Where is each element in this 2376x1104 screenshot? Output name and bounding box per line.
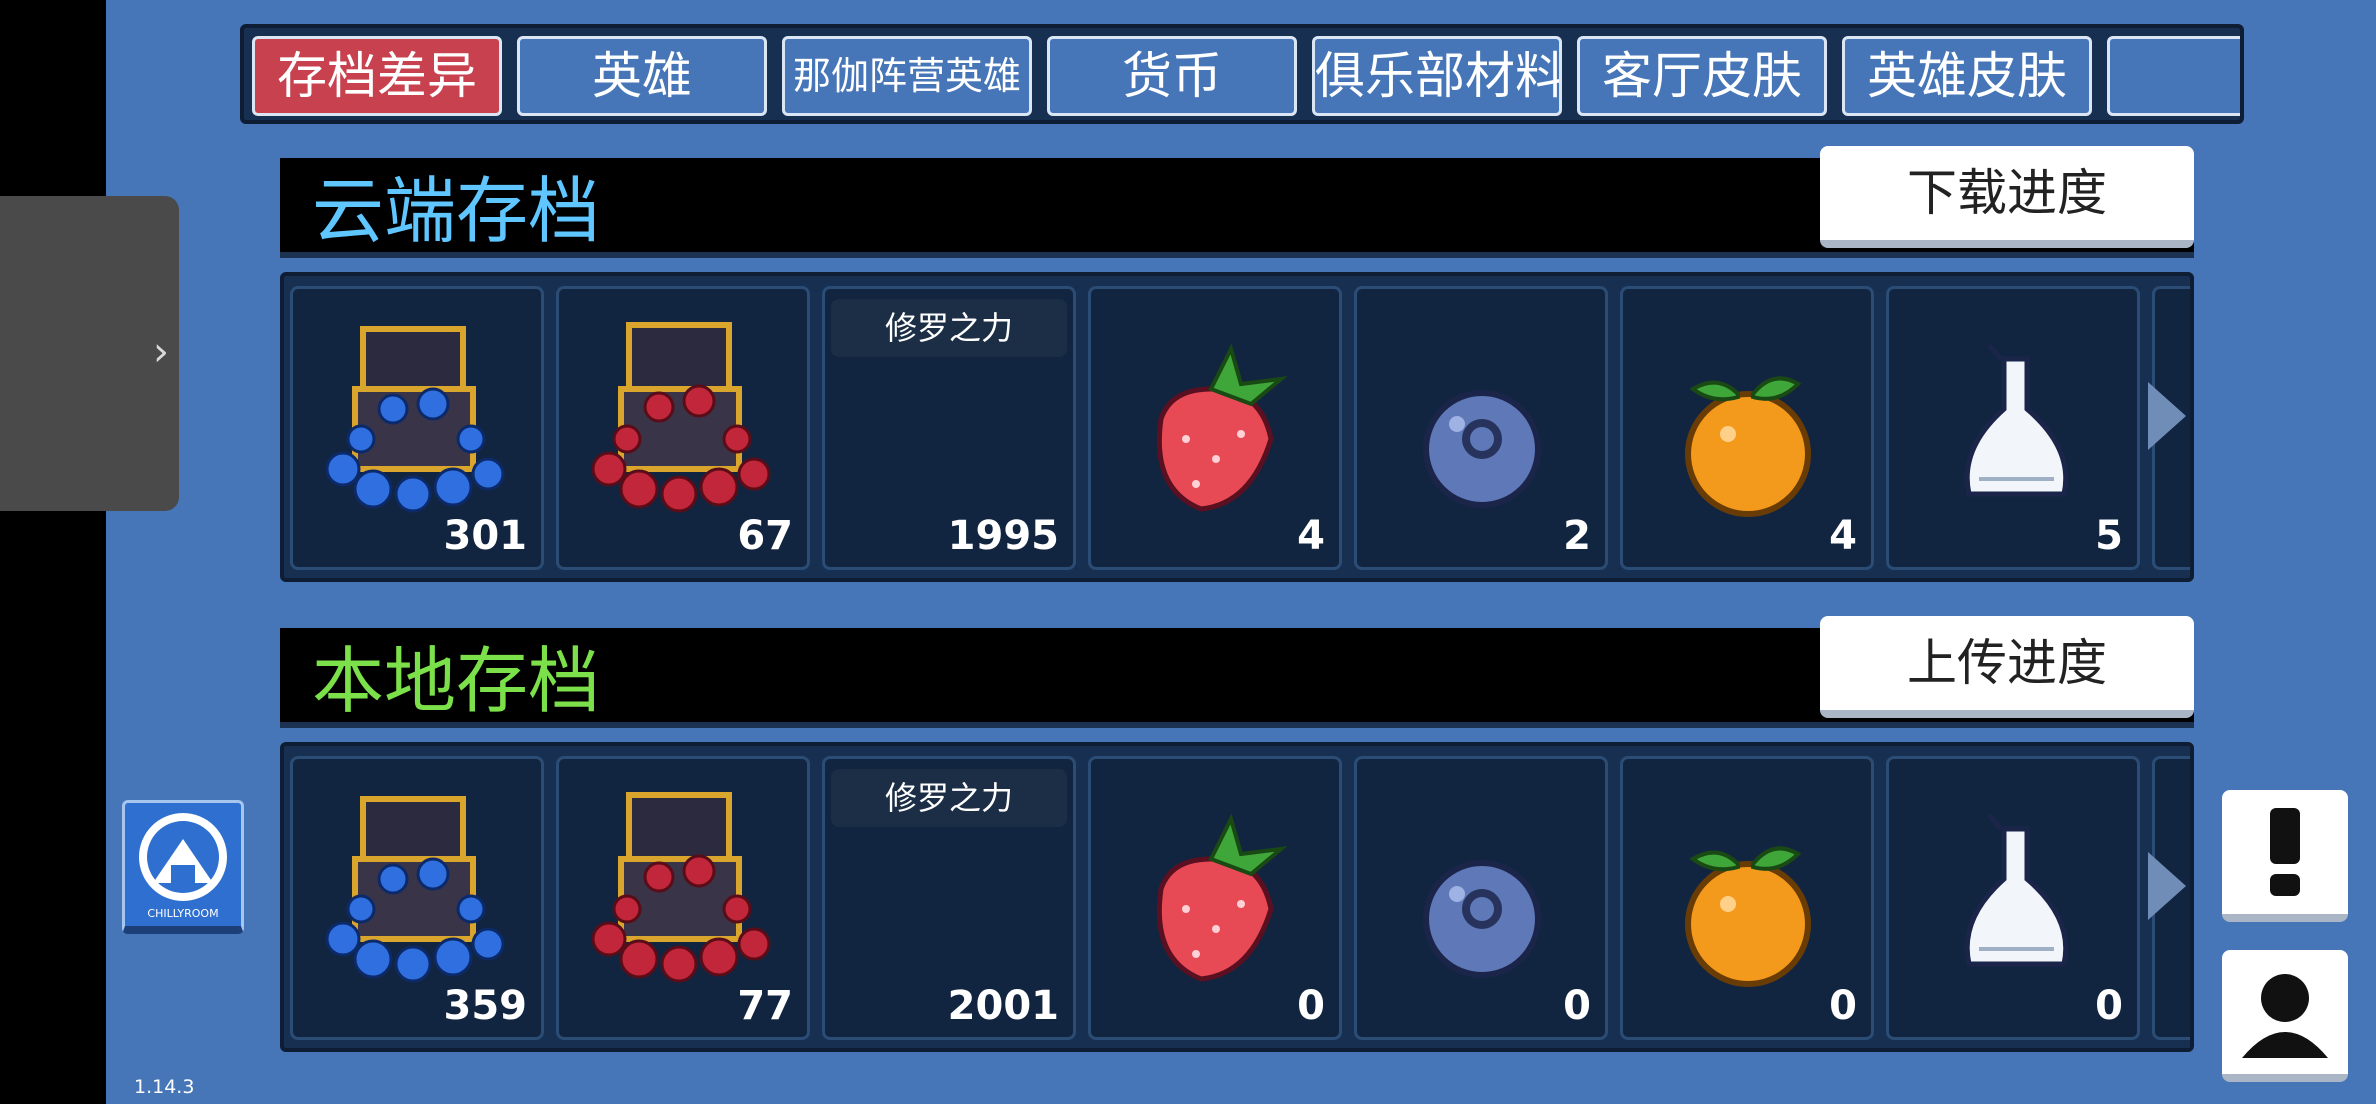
- version-label: 1.14.3: [134, 1076, 195, 1098]
- item-cell-blueberry[interactable]: 0: [1354, 756, 1608, 1040]
- item-quantity: 5: [2095, 513, 2123, 559]
- item-quantity: 359: [443, 983, 528, 1029]
- item-cell-decanter[interactable]: 5: [1886, 286, 2140, 570]
- item-quantity: 0: [1297, 983, 1325, 1029]
- local-items-row: 359 77 修罗之力 2001 0 0 0 0: [280, 742, 2194, 1052]
- notice-button[interactable]: [2222, 790, 2348, 922]
- item-quantity: 67: [737, 513, 793, 559]
- item-quantity: 0: [1563, 983, 1591, 1029]
- item-cell-blue-chest[interactable]: 301: [290, 286, 544, 570]
- item-cell-asura-power[interactable]: 修罗之力 2001: [822, 756, 1076, 1040]
- tab-hero-skins[interactable]: 英雄皮肤: [1842, 36, 2092, 116]
- item-quantity: 0: [2095, 983, 2123, 1029]
- chillyroom-logo-icon: [139, 813, 227, 901]
- local-save-header: 本地存档 上传进度: [280, 616, 2194, 728]
- download-progress-button[interactable]: 下载进度: [1820, 146, 2194, 248]
- item-quantity: 301: [443, 513, 528, 559]
- item-cell-strawberry[interactable]: 0: [1088, 756, 1342, 1040]
- tab-bar: 存档差异 英雄 那伽阵营英雄 货币 俱乐部材料 客厅皮肤 英雄皮肤 宠: [240, 24, 2244, 124]
- item-cell-orange[interactable]: 0: [1620, 756, 1874, 1040]
- side-drawer-handle[interactable]: ›: [0, 196, 179, 511]
- tab-heroes[interactable]: 英雄: [517, 36, 767, 116]
- item-cell-blue-chest[interactable]: 359: [290, 756, 544, 1040]
- upload-progress-button[interactable]: 上传进度: [1820, 616, 2194, 718]
- item-cell-red-chest[interactable]: 67: [556, 286, 810, 570]
- item-quantity: 77: [737, 983, 793, 1029]
- tab-currency[interactable]: 货币: [1047, 36, 1297, 116]
- cloud-items-row: 301 67 修罗之力 1995 4 2 4 5: [280, 272, 2194, 582]
- item-quantity: 2: [1563, 513, 1591, 559]
- left-black-bar: [0, 0, 106, 1104]
- item-quantity: 0: [1829, 983, 1857, 1029]
- cloud-save-title: 云端存档: [312, 169, 601, 253]
- item-cell-red-chest[interactable]: 77: [556, 756, 810, 1040]
- app-icon-caption: CHILLYROOM: [147, 907, 219, 920]
- asura-power-label: 修罗之力: [831, 299, 1067, 357]
- tab-club-materials[interactable]: 俱乐部材料: [1312, 36, 1562, 116]
- scroll-right-arrow-icon[interactable]: [2148, 852, 2186, 920]
- cloud-save-header: 云端存档 下载进度: [280, 146, 2194, 258]
- tab-pets[interactable]: 宠: [2107, 36, 2240, 116]
- asura-power-label: 修罗之力: [831, 769, 1067, 827]
- chillyroom-app-icon[interactable]: CHILLYROOM: [122, 800, 244, 934]
- item-quantity: 4: [1297, 513, 1325, 559]
- item-cell-decanter[interactable]: 0: [1886, 756, 2140, 1040]
- tab-naga-heroes[interactable]: 那伽阵营英雄: [782, 36, 1032, 116]
- profile-icon: [2242, 974, 2328, 1058]
- item-cell-blueberry[interactable]: 2: [1354, 286, 1608, 570]
- local-save-title: 本地存档: [312, 639, 601, 723]
- item-quantity: 2001: [947, 983, 1059, 1029]
- exclamation-icon: [2270, 808, 2300, 896]
- item-quantity: 1995: [947, 513, 1059, 559]
- profile-button[interactable]: [2222, 950, 2348, 1082]
- item-cell-orange[interactable]: 4: [1620, 286, 1874, 570]
- item-cell-strawberry[interactable]: 4: [1088, 286, 1342, 570]
- scroll-right-arrow-icon[interactable]: [2148, 382, 2186, 450]
- tab-lobby-skins[interactable]: 客厅皮肤: [1577, 36, 1827, 116]
- item-cell-asura-power[interactable]: 修罗之力 1995: [822, 286, 1076, 570]
- item-quantity: 4: [1829, 513, 1857, 559]
- tab-save-diff[interactable]: 存档差异: [252, 36, 502, 116]
- chevron-right-icon: ›: [153, 329, 169, 375]
